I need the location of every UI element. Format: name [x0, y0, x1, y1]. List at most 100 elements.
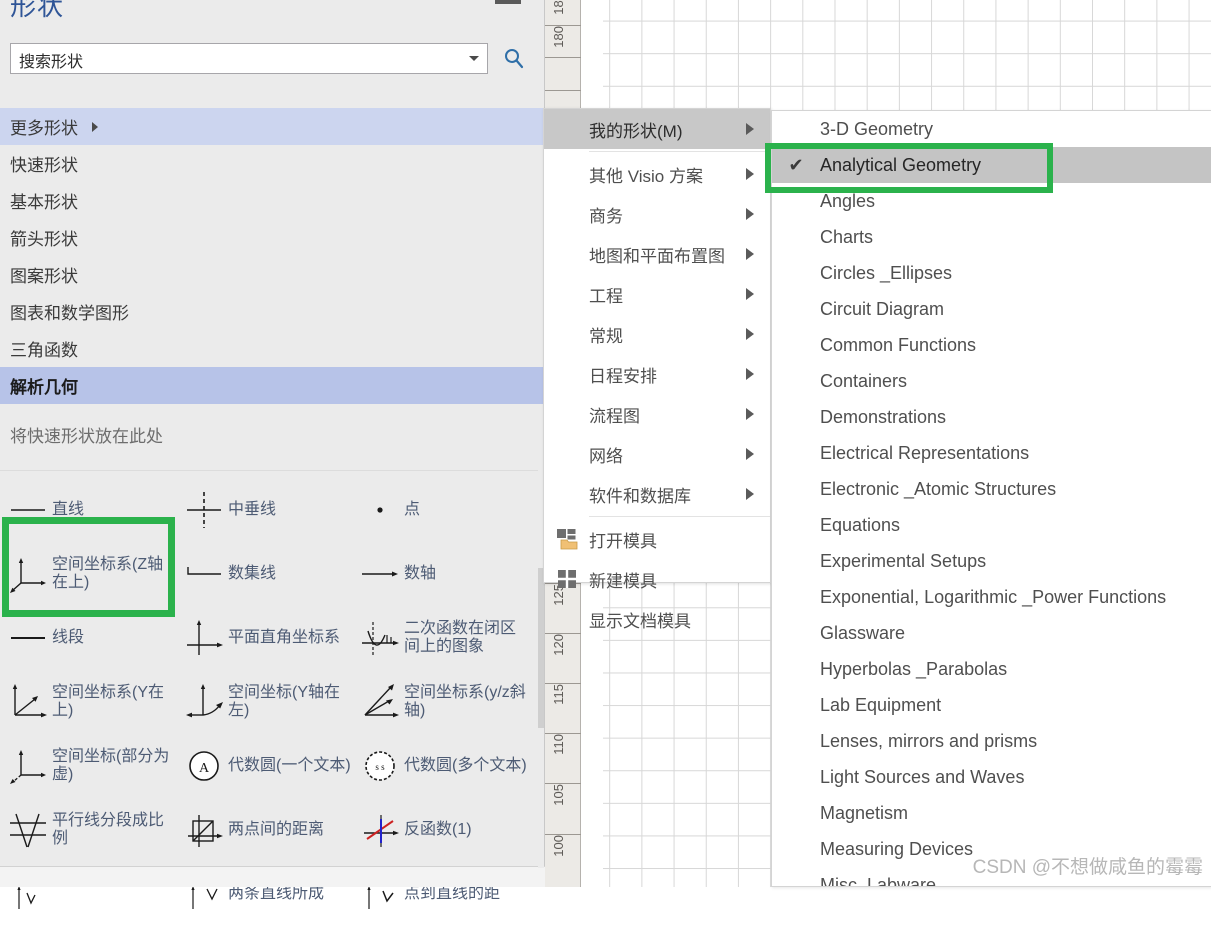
shape-item-8[interactable]: 二次函数在闭区间上的图象 [358, 606, 533, 670]
submenu-item-label: Lenses, mirrors and prisms [820, 730, 1038, 751]
shape-item-label: 代数圆(一个文本) [228, 756, 351, 774]
my-shapes-submenu[interactable]: 3-D Geometry ✔ Analytical Geometry Angles Ch… [771, 110, 1211, 887]
shape-item-11[interactable]: 空间坐标系(y/z斜轴) [358, 670, 533, 734]
stencil-item-0[interactable]: 更多形状 [0, 108, 545, 145]
shape-item-2[interactable]: 点 [358, 478, 533, 542]
submenu-item-18[interactable]: Light Sources and Waves [772, 759, 1211, 795]
search-input[interactable] [17, 48, 451, 72]
stencil-item-label: 图案形状 [10, 267, 78, 286]
quick-shapes-hint: 将快速形状放在此处 [10, 427, 163, 446]
ruler-tick: 110 [545, 733, 581, 766]
page-title: 形状 [10, 0, 65, 21]
context-menu-item-8[interactable]: 网络 [544, 434, 770, 474]
stencil-item-7[interactable]: 解析几何 [0, 367, 545, 404]
submenu-item-7[interactable]: Containers [772, 363, 1211, 399]
menu-divider [589, 151, 770, 152]
submenu-item-0[interactable]: 3-D Geometry [772, 111, 1211, 147]
3d-axes-dashed-icon [6, 744, 50, 788]
shape-item-14[interactable]: s s 代数圆(多个文本) [358, 734, 533, 798]
submenu-item-17[interactable]: Lenses, mirrors and prisms [772, 723, 1211, 759]
shape-item-6[interactable]: 线段 [6, 606, 181, 670]
submenu-item-16[interactable]: Lab Equipment [772, 687, 1211, 723]
shape-item-label: 平面直角坐标系 [228, 628, 341, 646]
shape-item-label: 空间坐标(Y轴在左) [228, 683, 341, 719]
chevron-down-icon[interactable] [469, 56, 479, 61]
submenu-item-label: Glassware [820, 622, 906, 643]
ruler-tick: 105 [545, 783, 581, 816]
more-shapes-context-menu[interactable]: 我的形状(M) 其他 Visio 方案 商务 地图和平面布置图 工程 常规 日程安排流程图网… [543, 108, 771, 631]
submenu-item-2[interactable]: Angles [772, 183, 1211, 219]
submenu-item-14[interactable]: Glassware [772, 615, 1211, 651]
stencil-item-2[interactable]: 基本形状 [0, 182, 545, 219]
context-menu-item-12[interactable]: 显示文档模具 [544, 599, 770, 639]
submenu-item-19[interactable]: Magnetism [772, 795, 1211, 831]
shape-item-15[interactable]: 平行线分段成比例 [6, 798, 181, 862]
submenu-item-11[interactable]: Equations [772, 507, 1211, 543]
watermark: CSDN @不想做咸鱼的霉霉 [972, 857, 1203, 878]
submenu-item-1[interactable]: ✔ Analytical Geometry [772, 147, 1211, 183]
context-menu-item-label: 软件和数据库 [589, 486, 691, 506]
stencil-item-label: 快速形状 [10, 156, 78, 175]
context-menu-item-6[interactable]: 日程安排 [544, 354, 770, 394]
shape-item-9[interactable]: 空间坐标系(Y在上) [6, 670, 181, 734]
submenu-item-5[interactable]: Circuit Diagram [772, 291, 1211, 327]
open-stencil-icon [544, 528, 589, 550]
quadratic-on-interval-icon [358, 616, 402, 660]
submenu-item-label: Light Sources and Waves [820, 766, 1025, 787]
submenu-item-12[interactable]: Experimental Setups [772, 543, 1211, 579]
context-menu-item-11[interactable]: 新建模具 [544, 559, 770, 599]
minimize-icon[interactable] [495, 0, 521, 4]
stencil-item-6[interactable]: 三角函数 [0, 330, 545, 367]
ruler-tick-label: 115 [551, 684, 566, 705]
submenu-item-13[interactable]: Exponential, Logarithmic _Power Function… [772, 579, 1211, 615]
submenu-item-label: Circles _Ellipses [820, 262, 953, 283]
submenu-item-6[interactable]: Common Functions [772, 327, 1211, 363]
shape-item-16[interactable]: 两点间的距离 [182, 798, 357, 862]
3d-axes-y-left-icon [182, 680, 226, 724]
shape-item-1[interactable]: 中垂线 [182, 478, 357, 542]
context-menu-item-3[interactable]: 地图和平面布置图 [544, 234, 770, 274]
shape-item-4[interactable]: 数集线 [182, 542, 357, 606]
ruler-tick-label: 100 [551, 834, 566, 857]
panel-footer [0, 867, 545, 887]
context-menu-item-2[interactable]: 商务 [544, 194, 770, 234]
shapes-panel: 形状 将快速形状放在此处 直线 中垂线 点空间坐标系(Z轴在上) 数集线 数轴线段 平面直… [0, 0, 545, 909]
shape-item-3[interactable]: 空间坐标系(Z轴在上) [6, 542, 181, 606]
number-set-line-icon [182, 552, 226, 596]
shape-item-label: 平行线分段成比例 [52, 811, 165, 847]
context-menu-item-7[interactable]: 流程图 [544, 394, 770, 434]
context-menu-item-1[interactable]: 其他 Visio 方案 [544, 154, 770, 194]
submenu-item-label: Experimental Setups [820, 550, 987, 571]
search-input-wrapper[interactable] [10, 43, 488, 74]
stencil-item-4[interactable]: 图案形状 [0, 256, 545, 293]
stencil-item-3[interactable]: 箭头形状 [0, 219, 545, 256]
shape-item-7[interactable]: 平面直角坐标系 [182, 606, 357, 670]
stencil-item-5[interactable]: 图表和数学图形 [0, 293, 545, 330]
context-menu-item-label: 我的形状(M) [589, 121, 683, 141]
stencil-item-label: 箭头形状 [10, 230, 78, 249]
check-icon: ✔ [788, 154, 804, 175]
submenu-item-3[interactable]: Charts [772, 219, 1211, 255]
shape-item-0[interactable]: 直线 [6, 478, 181, 542]
context-menu-item-4[interactable]: 工程 [544, 274, 770, 314]
context-menu-item-9[interactable]: 软件和数据库 [544, 474, 770, 514]
perpendicular-bisector-icon [182, 488, 226, 532]
submenu-item-10[interactable]: Electronic _Atomic Structures [772, 471, 1211, 507]
submenu-item-label: Angles [820, 190, 876, 211]
context-menu-item-10[interactable]: 打开模具 [544, 519, 770, 559]
submenu-item-15[interactable]: Hyperbolas _Parabolas [772, 651, 1211, 687]
submenu-item-9[interactable]: Electrical Representations [772, 435, 1211, 471]
shape-item-17[interactable]: 反函数(1) [358, 798, 533, 862]
shape-item-12[interactable]: 空间坐标(部分为虚) [6, 734, 181, 798]
context-menu-item-0[interactable]: 我的形状(M) [544, 109, 770, 149]
shape-item-13[interactable]: A 代数圆(一个文本) [182, 734, 357, 798]
submenu-item-8[interactable]: Demonstrations [772, 399, 1211, 435]
svg-text:A: A [199, 761, 210, 776]
shape-item-5[interactable]: 数轴 [358, 542, 533, 606]
context-menu-item-5[interactable]: 常规 [544, 314, 770, 354]
submenu-item-4[interactable]: Circles _Ellipses [772, 255, 1211, 291]
context-menu-item-label: 流程图 [589, 406, 640, 426]
stencil-item-1[interactable]: 快速形状 [0, 145, 545, 182]
search-icon[interactable] [502, 46, 526, 70]
shape-item-10[interactable]: 空间坐标(Y轴在左) [182, 670, 357, 734]
